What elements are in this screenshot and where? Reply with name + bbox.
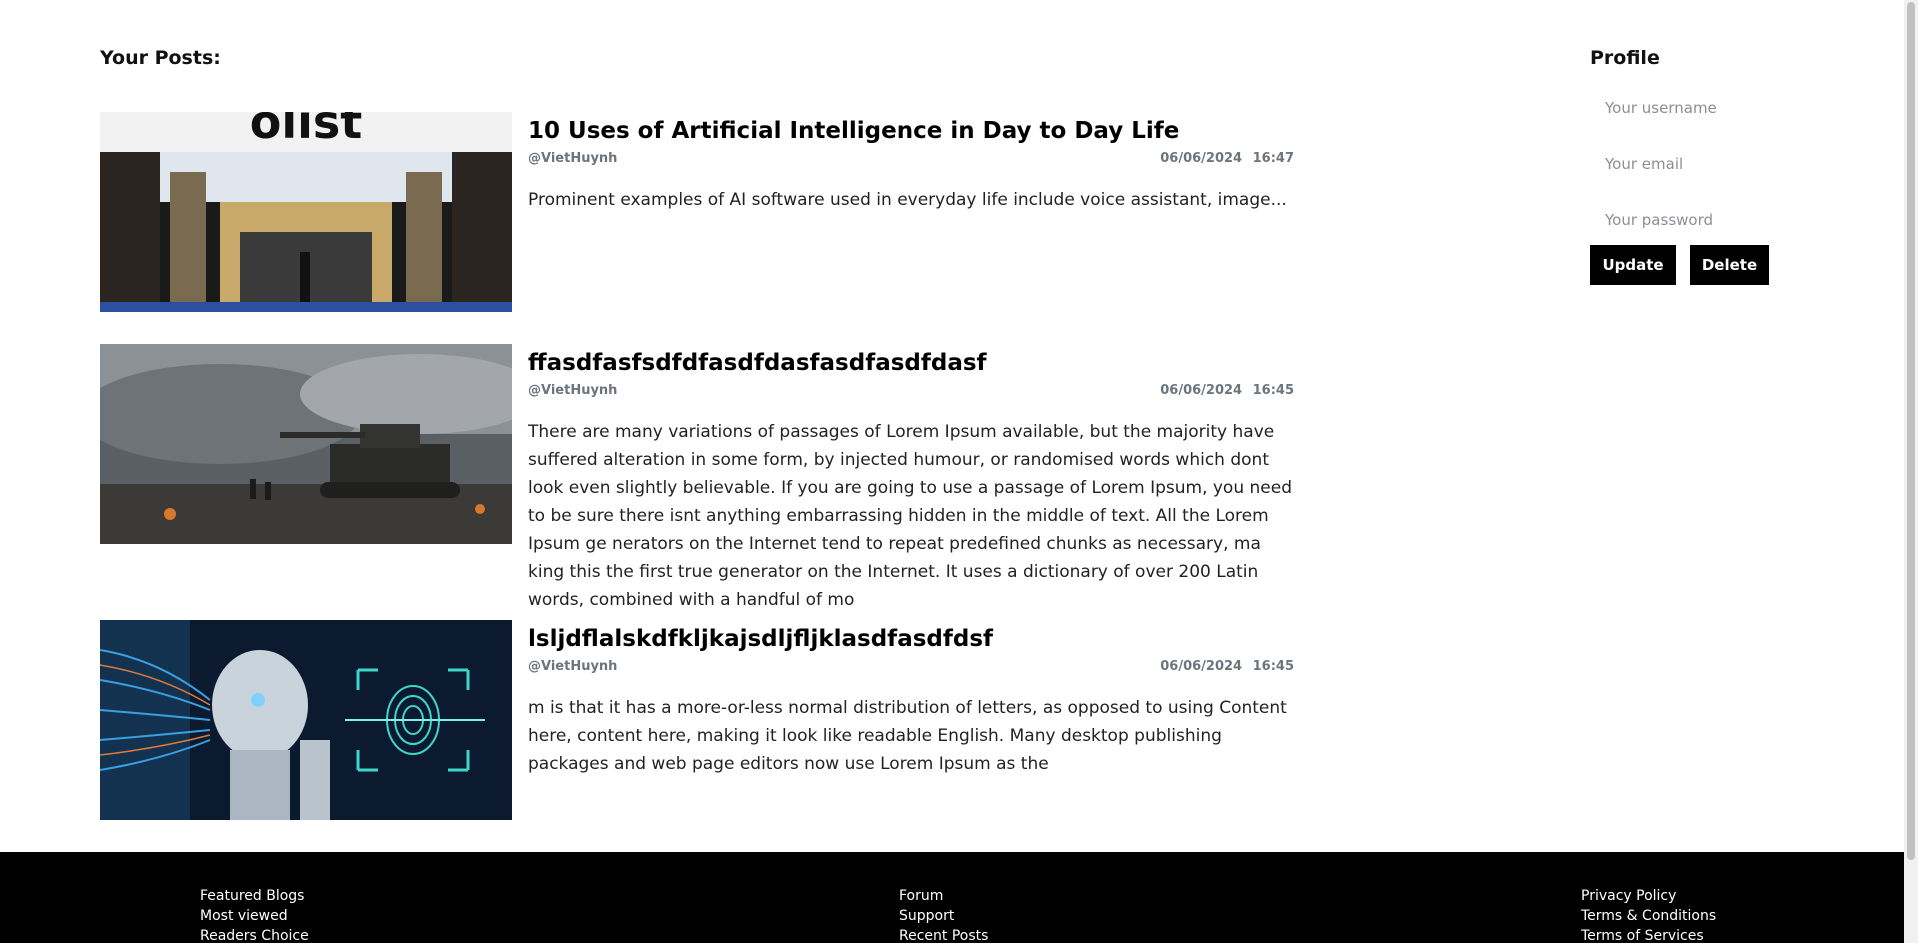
footer-link-featured-blogs[interactable]: Featured Blogs: [200, 886, 309, 906]
post-author[interactable]: @VietHuynh: [528, 151, 617, 166]
profile-title: Profile: [1590, 47, 1660, 69]
footer-column-blogs: Featured Blogs Most viewed Readers Choic…: [200, 886, 309, 943]
post-date: 06/06/2024 16:45: [1160, 659, 1294, 674]
email-input[interactable]: [1590, 147, 1780, 181]
footer-link-most-viewed[interactable]: Most viewed: [200, 906, 309, 926]
post-thumbnail[interactable]: [100, 344, 512, 544]
post-excerpt: There are many variations of passages of…: [528, 422, 1292, 610]
username-input[interactable]: [1590, 91, 1780, 125]
ai-robot-image: [100, 620, 512, 820]
post-title[interactable]: ffasdfasfsdfdfasdfdasfasdfasdfdasf: [528, 349, 1294, 377]
scrollbar-thumb[interactable]: [1907, 2, 1915, 860]
post-meta: @VietHuynh 06/06/2024 16:45: [528, 383, 1294, 399]
footer-link-privacy-policy[interactable]: Privacy Policy: [1581, 886, 1716, 906]
tank-image: [100, 344, 512, 544]
footer: Featured Blogs Most viewed Readers Choic…: [0, 852, 1904, 943]
post-thumbnail[interactable]: olist: [100, 112, 512, 312]
posts-heading: Your Posts:: [100, 47, 221, 69]
post-excerpt: Prominent examples of AI software used i…: [528, 190, 1287, 210]
post-date: 06/06/2024 16:47: [1160, 151, 1294, 166]
update-button[interactable]: Update: [1590, 245, 1676, 285]
page: Your Posts: olist 10 Uses of Artificial …: [0, 0, 1918, 943]
profile-actions: Update Delete: [1590, 245, 1790, 285]
post-author[interactable]: @VietHuynh: [528, 383, 617, 398]
post-thumbnail[interactable]: [100, 620, 512, 820]
vertical-scrollbar[interactable]: [1904, 0, 1918, 943]
post-body: lsljdflalskdfkljkajsdljfljklasdfasdfdsf …: [528, 620, 1294, 778]
footer-link-support[interactable]: Support: [899, 906, 988, 926]
post-excerpt: m is that it has a more-or-less normal d…: [528, 698, 1287, 774]
post-meta: @VietHuynh 06/06/2024 16:47: [528, 151, 1294, 167]
footer-link-terms-conditions[interactable]: Terms & Conditions: [1581, 906, 1716, 926]
footer-link-forum[interactable]: Forum: [899, 886, 988, 906]
storefront-image: olist: [100, 112, 512, 312]
password-input[interactable]: [1590, 203, 1780, 237]
footer-link-terms-of-services[interactable]: Terms of Services: [1581, 926, 1716, 943]
delete-button[interactable]: Delete: [1690, 245, 1769, 285]
footer-link-recent-posts[interactable]: Recent Posts: [899, 926, 988, 943]
post-body: ffasdfasfsdfdfasdfdasfasdfasdfdasf @Viet…: [528, 344, 1294, 614]
post-meta: @VietHuynh 06/06/2024 16:45: [528, 659, 1294, 675]
post-body: 10 Uses of Artificial Intelligence in Da…: [528, 112, 1294, 214]
post-title[interactable]: 10 Uses of Artificial Intelligence in Da…: [528, 117, 1294, 145]
post-title[interactable]: lsljdflalskdfkljkajsdljfljklasdfasdfdsf: [528, 625, 1294, 653]
profile-panel: Profile Update Delete: [1590, 47, 1790, 285]
footer-column-community: Forum Support Recent Posts: [899, 886, 988, 943]
post-date: 06/06/2024 16:45: [1160, 383, 1294, 398]
storefront-sign-text: olist: [250, 112, 363, 149]
footer-column-legal: Privacy Policy Terms & Conditions Terms …: [1581, 886, 1716, 943]
post-author[interactable]: @VietHuynh: [528, 659, 617, 674]
footer-link-readers-choice[interactable]: Readers Choice: [200, 926, 309, 943]
